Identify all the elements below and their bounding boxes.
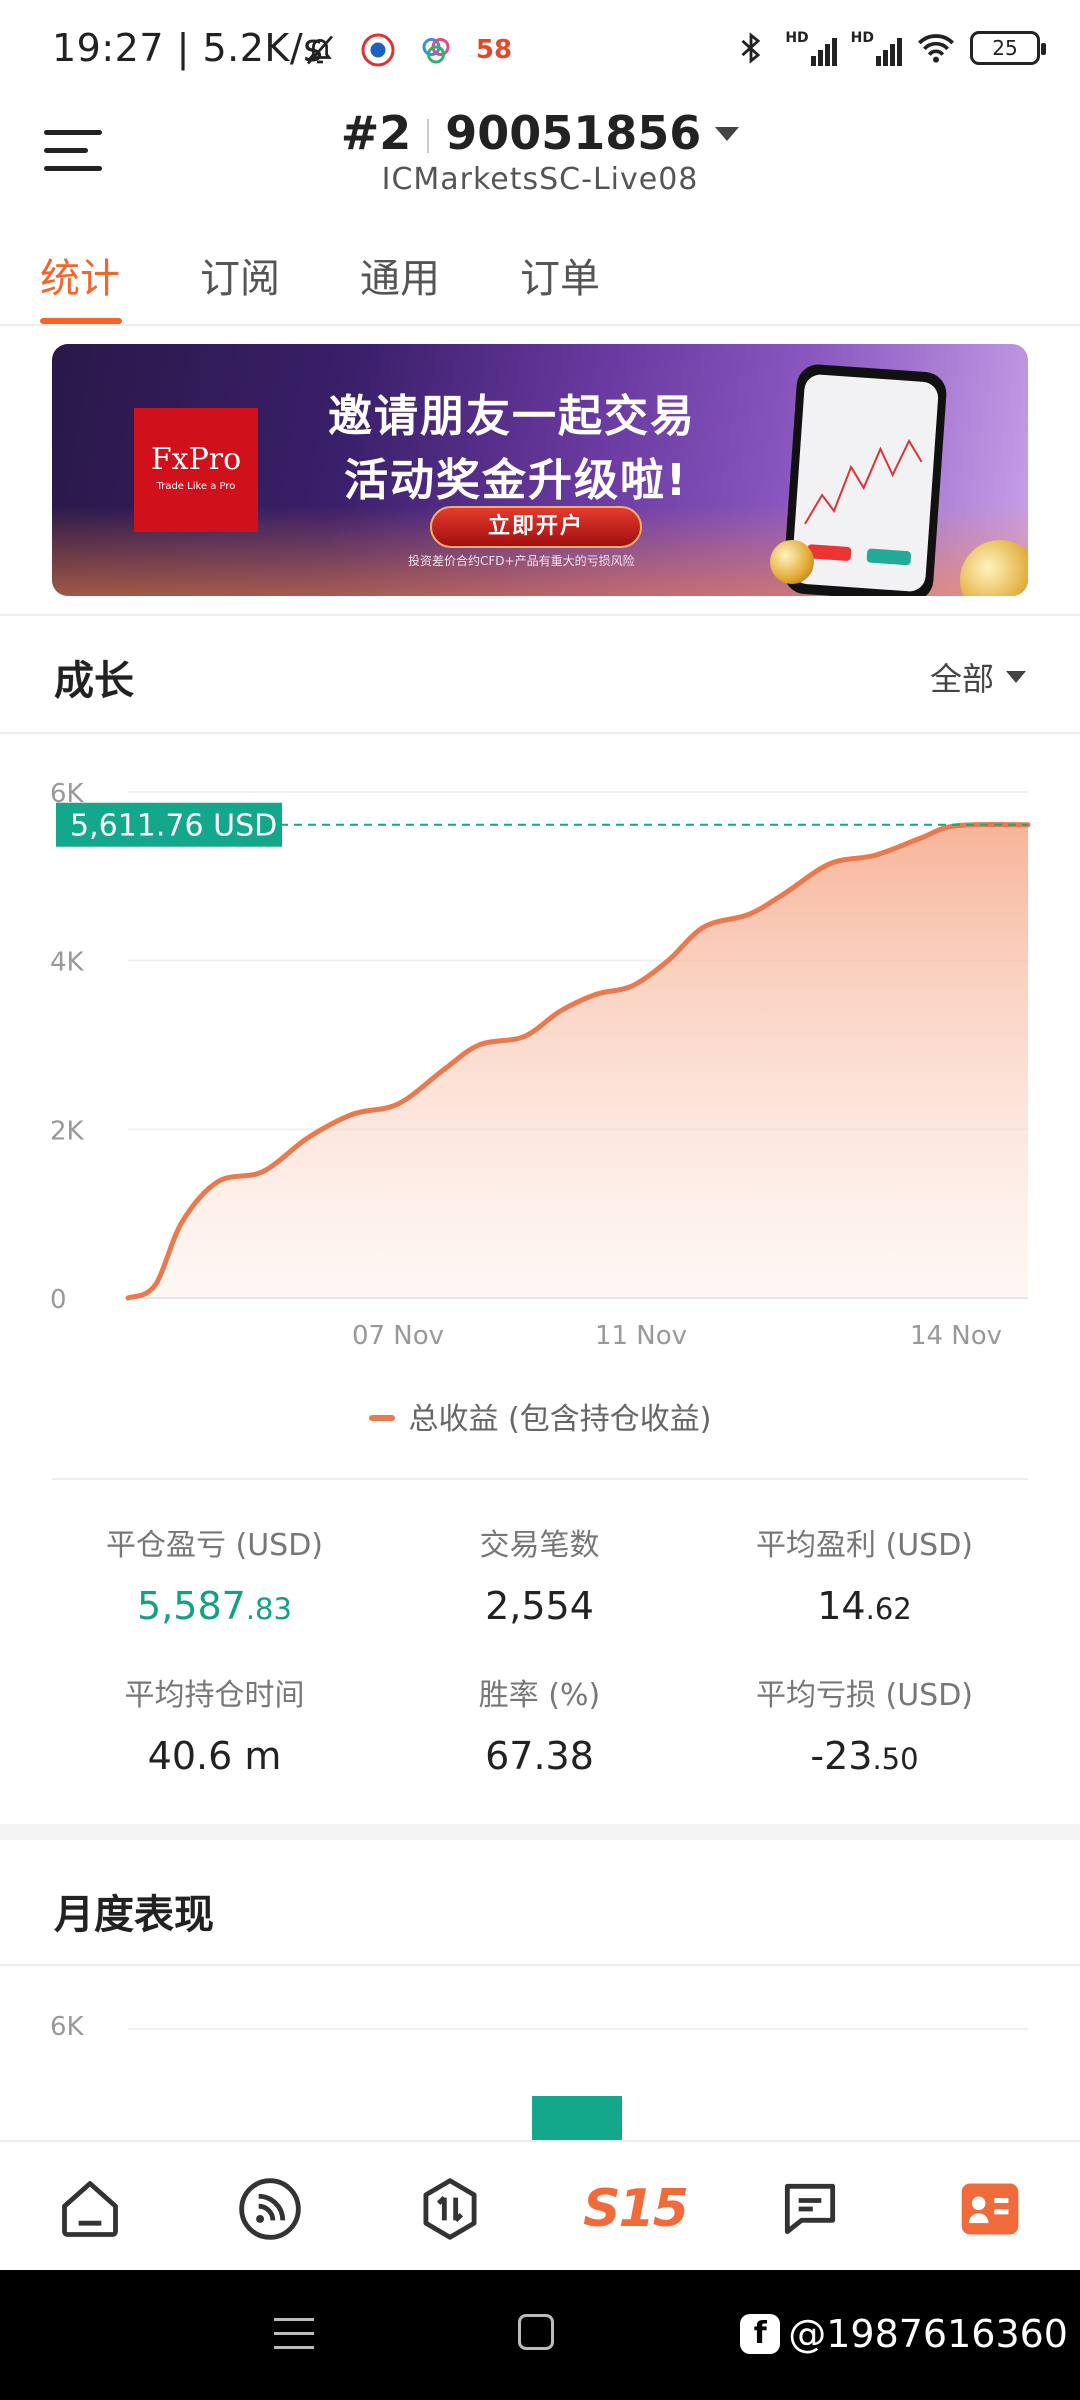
nav-trade[interactable] [410, 2174, 490, 2244]
fxpro-logo: FxPro Trade Like a Pro [134, 408, 258, 532]
wifi-icon [916, 28, 956, 68]
tab-bar: 统计 订阅 通用 订单 [0, 240, 1080, 326]
monthly-y-tick: 6K [50, 2012, 84, 2042]
banner-open-account-button[interactable]: 立即开户 [430, 506, 642, 548]
active-tab-indicator [40, 318, 122, 324]
growth-chart-svg: 02K4K6K07 Nov 11 Nov 14 Nov 5,611.76 USD [50, 779, 1031, 1351]
tab-statistics[interactable]: 统计 [40, 246, 120, 304]
stat-win-rate: 胜率 (%) 67.38 [478, 1678, 601, 1778]
server-name: ICMarketsSC-Live08 [381, 162, 699, 197]
recent-apps-icon[interactable] [274, 2316, 314, 2352]
chevron-down-icon [1006, 671, 1026, 683]
nav-signals[interactable] [230, 2174, 310, 2244]
chevron-down-icon [715, 127, 740, 141]
battery-icon: 25 [970, 31, 1046, 65]
nav-messages[interactable] [770, 2174, 850, 2244]
trade-icon [423, 2178, 477, 2240]
status-notification-icons: 58 [300, 30, 514, 70]
coin-illustration-small [770, 540, 814, 584]
watermark: f @1987616360 [740, 2312, 1068, 2356]
app-notification-icon [358, 30, 398, 70]
growth-title: 成长 [54, 658, 134, 704]
weibo-icon: f [740, 2314, 781, 2354]
account-selector[interactable]: #2 90051856 [0, 106, 1080, 160]
profile-card-icon [961, 2183, 1019, 2235]
signal-icon: HD [785, 30, 837, 66]
stat-avg-hold-time: 平均持仓时间 40.6 m [124, 1678, 305, 1778]
series-area [128, 824, 1028, 1298]
nav-s15[interactable]: S15 [580, 2174, 690, 2244]
bottom-nav: S15 [0, 2140, 1080, 2270]
promo-banner[interactable]: FxPro Trade Like a Pro 邀请朋友一起交易 活动奖金升级啦!… [52, 344, 1028, 596]
tab-general[interactable]: 通用 [360, 246, 440, 304]
signal-icon-2: HD [851, 30, 902, 66]
home-icon [62, 2181, 118, 2237]
chart-legend: 总收益 (包含持仓收益) [0, 1394, 1080, 1438]
app-notification-icon-2 [416, 30, 456, 70]
account-number: 90051856 [445, 106, 702, 160]
monthly-bar [532, 2096, 622, 2140]
stat-avg-profit: 平均盈利 (USD) 14.62 [755, 1528, 974, 1628]
stats-grid: 平仓盈亏 (USD) 5,587.83 交易笔数 2,554 平均盈利 (USD… [52, 1478, 1028, 1798]
legend-label: 总收益 (包含持仓收益) [408, 1402, 712, 1437]
home-button-icon[interactable] [518, 2314, 554, 2350]
stat-trade-count: 交易笔数 2,554 [479, 1528, 600, 1628]
x-tick-label: 07 Nov [352, 1321, 444, 1351]
nav-home[interactable] [50, 2174, 130, 2244]
nav-profile[interactable] [950, 2174, 1030, 2244]
status-system-icons: HD HD 25 [731, 28, 1046, 68]
app-badge-icon: 58 [475, 35, 513, 65]
current-value-label: 5,611.76 USD [70, 809, 277, 844]
x-tick-label: 11 Nov [595, 1321, 687, 1351]
bluetooth-icon [731, 28, 771, 68]
status-time: 19:27 | 5.2K/s [52, 26, 324, 70]
stat-closed-pnl: 平仓盈亏 (USD) 5,587.83 [105, 1528, 324, 1628]
growth-chart: 0 2K 4K 6K 07 Nov 11 Nov 14 Nov 5,611.76 USD [0, 740, 1080, 1400]
feed-icon [239, 2178, 301, 2240]
banner-risk-note: 投资差价合约CFD+产品有重大的亏损风险 [408, 554, 635, 568]
y-tick-label: 4K [50, 948, 85, 978]
x-tick-label: 14 Nov [910, 1321, 1002, 1351]
account-prefix: #2 [340, 106, 412, 160]
banner-headline: 邀请朋友一起交易 [328, 391, 696, 442]
monthly-title: 月度表现 [54, 1892, 214, 1938]
s15-logo: S15 [583, 2179, 689, 2239]
tab-subscribe[interactable]: 订阅 [200, 246, 280, 304]
range-dropdown[interactable]: 全部 [930, 654, 1026, 700]
app-header: #2 90051856 ICMarketsSC-Live08 [0, 100, 1080, 220]
tab-orders[interactable]: 订单 [520, 246, 600, 304]
mute-bell-icon [300, 30, 340, 70]
y-tick-label: 0 [50, 1285, 67, 1315]
banner-subheadline: 活动奖金升级啦! [344, 455, 689, 506]
legend-swatch [368, 1415, 395, 1421]
y-tick-label: 2K [50, 1116, 85, 1146]
status-bar: 19:27 | 5.2K/s 58 HD HD 25 [0, 0, 1080, 100]
message-icon [784, 2183, 836, 2235]
system-nav-bar: f @1987616360 [0, 2270, 1080, 2400]
stat-avg-loss: 平均亏损 (USD) -23.50 [755, 1678, 974, 1778]
